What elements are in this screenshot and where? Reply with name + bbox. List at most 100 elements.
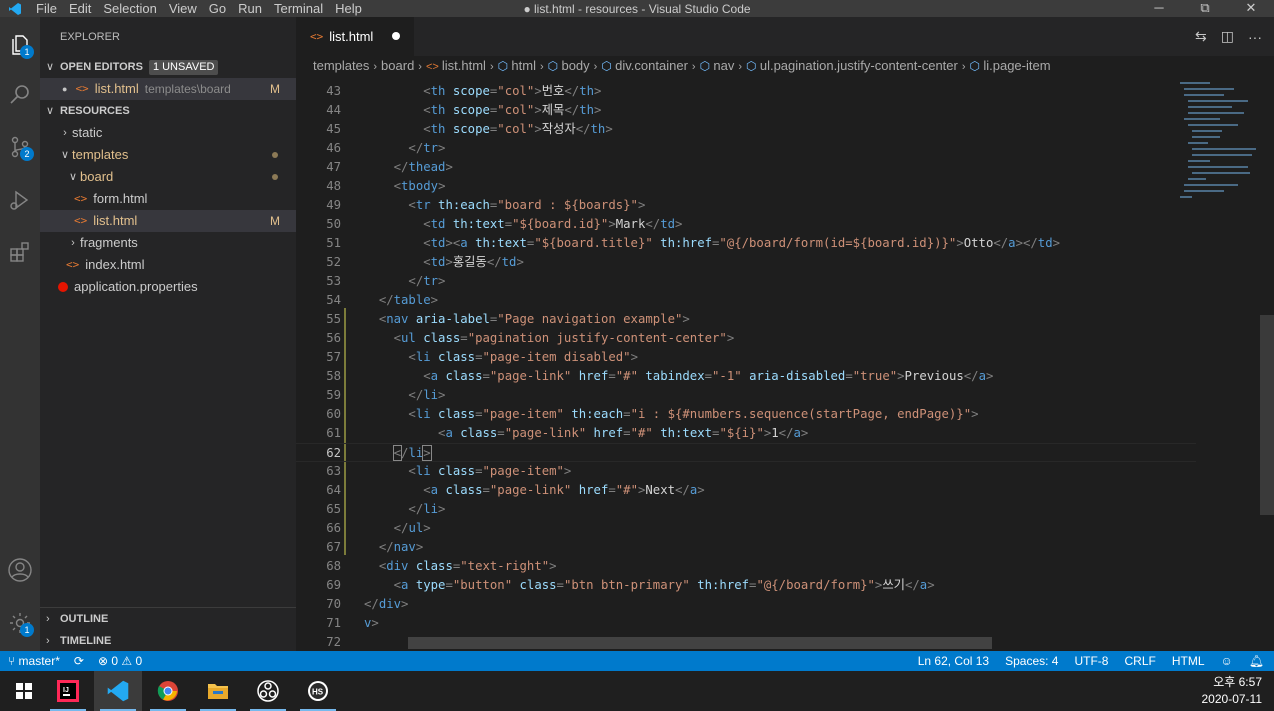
- menu-file[interactable]: File: [30, 1, 63, 16]
- code-line[interactable]: 66 </ul>: [296, 519, 1196, 538]
- timeline-section[interactable]: › TIMELINE: [40, 630, 296, 652]
- settings-gear-icon[interactable]: 1: [0, 603, 40, 643]
- menu-edit[interactable]: Edit: [63, 1, 97, 16]
- tab-list-html[interactable]: <> list.html: [296, 17, 414, 56]
- breadcrumb-item[interactable]: ul.pagination.justify-content-center: [760, 58, 958, 73]
- code-line[interactable]: 43 <th scope="col">번호</th>: [296, 82, 1196, 101]
- code-line[interactable]: 71 v>: [296, 614, 1196, 633]
- problems-indicator[interactable]: ⊗ 0 ⚠ 0: [98, 654, 142, 668]
- indentation[interactable]: Spaces: 4: [1005, 654, 1058, 668]
- outline-section[interactable]: › OUTLINE: [40, 608, 296, 630]
- encoding[interactable]: UTF-8: [1074, 654, 1108, 668]
- close-button[interactable]: ✕: [1228, 0, 1274, 17]
- vscode-taskbar-icon[interactable]: [94, 671, 142, 711]
- account-icon[interactable]: [0, 550, 40, 590]
- menu-view[interactable]: View: [163, 1, 203, 16]
- code-line[interactable]: 57 <li class="page-item disabled">: [296, 348, 1196, 367]
- code-line[interactable]: 54 </table>: [296, 291, 1196, 310]
- obs-icon[interactable]: [244, 671, 292, 711]
- vertical-scrollbar-thumb[interactable]: [1260, 315, 1274, 515]
- code-line[interactable]: 63 <li class="page-item">: [296, 462, 1196, 481]
- breadcrumb-item[interactable]: list.html: [442, 58, 486, 73]
- tree-file-application-properties[interactable]: application.properties: [40, 276, 296, 298]
- breadcrumb-item[interactable]: li.page-item: [983, 58, 1050, 73]
- code-line[interactable]: 61 <a class="page-link" href="#" th:text…: [296, 424, 1196, 443]
- menu-go[interactable]: Go: [203, 1, 232, 16]
- file-explorer-icon[interactable]: [194, 671, 242, 711]
- tree-file-list-html[interactable]: <> list.html M: [40, 210, 296, 232]
- breadcrumb-item[interactable]: nav: [713, 58, 734, 73]
- breadcrumb-item[interactable]: board: [381, 58, 414, 73]
- intellij-icon[interactable]: IJ: [44, 671, 92, 711]
- code-line[interactable]: 58 <a class="page-link" href="#" tabinde…: [296, 367, 1196, 386]
- code-line[interactable]: 45 <th scope="col">작성자</th>: [296, 120, 1196, 139]
- code-line[interactable]: 59 </li>: [296, 386, 1196, 405]
- tree-folder-templates[interactable]: ∨ templates: [40, 144, 296, 166]
- unsaved-dot-icon[interactable]: [392, 32, 400, 40]
- code-line[interactable]: 44 <th scope="col">제목</th>: [296, 101, 1196, 120]
- feedback-icon[interactable]: ☺: [1221, 654, 1233, 668]
- menu-selection[interactable]: Selection: [97, 1, 162, 16]
- sync-icon[interactable]: ⟳: [74, 654, 84, 668]
- code-line[interactable]: 68 <div class="text-right">: [296, 557, 1196, 576]
- code-line[interactable]: 49 <tr th:each="board : ${boards}">: [296, 196, 1196, 215]
- system-clock[interactable]: 오후 6:57 2020-07-11: [1202, 674, 1263, 708]
- cursor-position[interactable]: Ln 62, Col 13: [918, 654, 989, 668]
- open-changes-icon[interactable]: ⇆: [1195, 28, 1207, 45]
- unsaved-dot-icon[interactable]: ●: [62, 78, 67, 100]
- code-line[interactable]: 69 <a type="button" class="btn btn-prima…: [296, 576, 1196, 595]
- run-debug-icon[interactable]: [0, 180, 40, 220]
- tree-folder-fragments[interactable]: › fragments: [40, 232, 296, 254]
- minimize-button[interactable]: ─: [1136, 0, 1182, 17]
- breadcrumb[interactable]: templates › board › <> list.html › ⬡ html › ⬡ bo…: [296, 56, 1274, 76]
- tree-folder-board[interactable]: ∨ board: [40, 166, 296, 188]
- hs-app-icon[interactable]: HS: [294, 671, 342, 711]
- tree-file-index-html[interactable]: <> index.html: [40, 254, 296, 276]
- tree-file-form-html[interactable]: <> form.html: [40, 188, 296, 210]
- code-line[interactable]: 48 <tbody>: [296, 177, 1196, 196]
- code-line[interactable]: 64 <a class="page-link" href="#">Next</a…: [296, 481, 1196, 500]
- source-control-icon[interactable]: 2: [0, 127, 40, 167]
- vertical-scrollbar[interactable]: [1260, 80, 1274, 651]
- code-line[interactable]: 46 </tr>: [296, 139, 1196, 158]
- code-line[interactable]: 60 <li class="page-item" th:each="i : ${…: [296, 405, 1196, 424]
- code-line[interactable]: 50 <td th:text="${board.id}">Mark</td>: [296, 215, 1196, 234]
- notifications-bell-icon[interactable]: 🔔︎: [1249, 654, 1264, 668]
- open-editors-section[interactable]: ∨ OPEN EDITORS 1 UNSAVED: [40, 56, 296, 78]
- breadcrumb-item[interactable]: body: [561, 58, 589, 73]
- code-line[interactable]: 62 </li>: [296, 443, 1196, 462]
- maximize-button[interactable]: ⧉: [1182, 0, 1228, 17]
- tree-folder-static[interactable]: › static: [40, 122, 296, 144]
- split-editor-icon[interactable]: ◫: [1221, 28, 1234, 45]
- breadcrumb-item[interactable]: div.container: [615, 58, 688, 73]
- windows-start-icon[interactable]: [0, 671, 48, 711]
- code-line[interactable]: 47 </thead>: [296, 158, 1196, 177]
- menu-terminal[interactable]: Terminal: [268, 1, 329, 16]
- breadcrumb-item[interactable]: templates: [313, 58, 369, 73]
- code-line[interactable]: 51 <td><a th:text="${board.title}" th:hr…: [296, 234, 1196, 253]
- menu-run[interactable]: Run: [232, 1, 268, 16]
- resources-section[interactable]: ∨ RESOURCES: [40, 100, 296, 122]
- code-line[interactable]: 67 </nav>: [296, 538, 1196, 557]
- breadcrumb-item[interactable]: html: [511, 58, 536, 73]
- search-icon[interactable]: [0, 75, 40, 115]
- horizontal-scrollbar-thumb[interactable]: [408, 637, 992, 649]
- language-mode[interactable]: HTML: [1172, 654, 1205, 668]
- menu-help[interactable]: Help: [329, 1, 368, 16]
- code-line[interactable]: 65 </li>: [296, 500, 1196, 519]
- code-line[interactable]: 56 <ul class="pagination justify-content…: [296, 329, 1196, 348]
- code-line[interactable]: 53 </tr>: [296, 272, 1196, 291]
- explorer-icon[interactable]: 1: [0, 25, 40, 65]
- chrome-icon[interactable]: [144, 671, 192, 711]
- open-editor-item-list-html[interactable]: ● <> list.html templates\board M: [40, 78, 296, 100]
- minimap[interactable]: [1180, 80, 1260, 210]
- code-line[interactable]: 70 </div>: [296, 595, 1196, 614]
- end-of-line[interactable]: CRLF: [1124, 654, 1155, 668]
- more-actions-icon[interactable]: ···: [1248, 29, 1262, 45]
- git-branch[interactable]: ⑂ master*: [8, 654, 60, 668]
- extensions-icon[interactable]: [0, 232, 40, 272]
- code-line[interactable]: 55 <nav aria-label="Page navigation exam…: [296, 310, 1196, 329]
- code-line[interactable]: 52 <td>홍길동</td>: [296, 253, 1196, 272]
- code-editor[interactable]: 43 <th scope="col">번호</th> 44 <th scope="…: [296, 80, 1274, 651]
